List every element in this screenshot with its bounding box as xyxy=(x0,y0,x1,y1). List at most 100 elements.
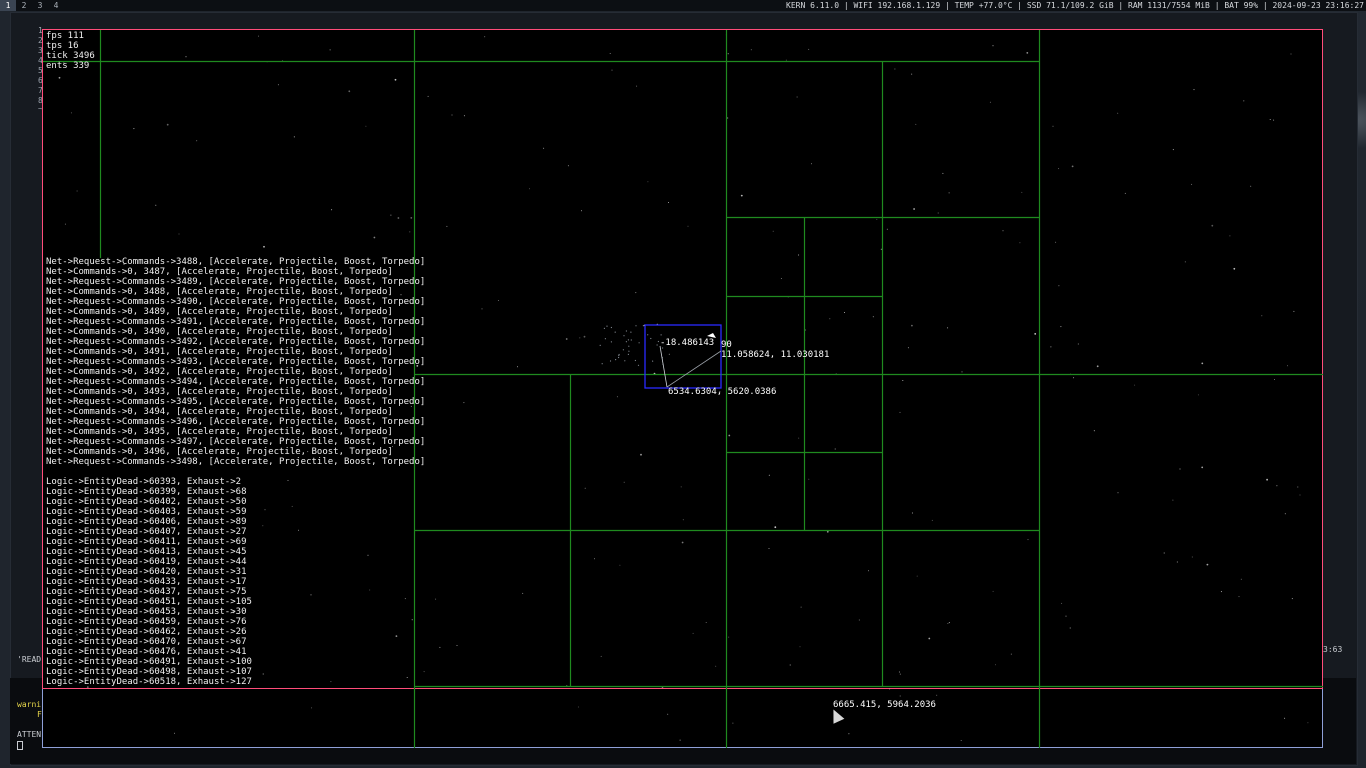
exhaust-particle xyxy=(625,330,628,332)
star xyxy=(1250,185,1252,187)
star xyxy=(600,655,602,657)
star xyxy=(1050,346,1052,348)
log-line: Net->Commands->0, 3491, [Accelerate, Pro… xyxy=(46,347,393,357)
star xyxy=(365,125,367,127)
star xyxy=(872,316,874,318)
exhaust-particle xyxy=(643,324,645,326)
log-line: Logic->EntityDead->60462, Exhaust->26 xyxy=(46,627,247,637)
star xyxy=(1273,119,1275,121)
star xyxy=(911,324,913,327)
log-line: Net->Request->Commands->3498, [Accelerat… xyxy=(46,457,426,467)
star xyxy=(886,228,888,230)
exhaust-particle xyxy=(610,341,613,343)
exhaust-particle xyxy=(656,344,658,346)
log-line: Net->Commands->0, 3489, [Accelerate, Pro… xyxy=(46,307,393,317)
star xyxy=(928,637,931,640)
log-line: Net->Request->Commands->3495, [Accelerat… xyxy=(46,397,426,407)
star xyxy=(811,163,812,165)
log-line: Net->Commands->0, 3496, [Accelerate, Pro… xyxy=(46,447,393,457)
log-line: Logic->EntityDead->60420, Exhaust->31 xyxy=(46,567,247,577)
star xyxy=(1021,191,1023,193)
exhaust-particle xyxy=(634,359,637,362)
exhaust-particle xyxy=(638,342,640,344)
star xyxy=(258,35,259,37)
star xyxy=(1243,100,1245,102)
log-line: Logic->EntityDead->60413, Exhaust->45 xyxy=(46,547,247,557)
star xyxy=(1052,125,1054,127)
exhaust-particle xyxy=(656,323,658,325)
star xyxy=(876,218,878,220)
star xyxy=(1238,596,1240,598)
star xyxy=(1058,285,1060,287)
star xyxy=(577,706,579,708)
star xyxy=(785,59,787,61)
player-heading-line xyxy=(659,345,668,388)
star xyxy=(1134,384,1136,386)
star xyxy=(1206,563,1209,566)
star xyxy=(311,707,313,709)
star xyxy=(1274,379,1275,380)
star xyxy=(907,347,909,349)
star xyxy=(798,437,800,439)
star xyxy=(961,371,963,373)
star xyxy=(178,233,180,235)
star xyxy=(680,486,682,488)
star xyxy=(727,53,729,55)
star xyxy=(868,570,869,572)
exhaust-particle xyxy=(604,338,607,340)
star xyxy=(394,78,397,81)
star xyxy=(916,575,918,577)
log-line: Net->Commands->0, 3493, [Accelerate, Pro… xyxy=(46,387,393,397)
star xyxy=(844,312,845,313)
exhaust-particle xyxy=(647,334,649,336)
star xyxy=(913,208,915,210)
log-line: Logic->EntityDead->60518, Exhaust->127 xyxy=(46,677,252,687)
star xyxy=(1069,627,1071,629)
star xyxy=(76,190,78,192)
star xyxy=(70,112,72,114)
exhaust-particle xyxy=(618,356,620,359)
star xyxy=(1176,561,1178,563)
star xyxy=(1284,717,1286,719)
exhaust-particle xyxy=(599,344,601,346)
star xyxy=(1034,333,1037,335)
exhaust-particle xyxy=(661,357,664,359)
log-line: Logic->EntityDead->60437, Exhaust->75 xyxy=(46,587,247,597)
exhaust-particle xyxy=(623,335,625,337)
log-line: Net->Request->Commands->3494, [Accelerat… xyxy=(46,377,426,387)
exhaust-particle xyxy=(618,353,620,356)
star xyxy=(348,90,351,93)
star xyxy=(1117,112,1119,114)
exhaust-particle xyxy=(630,331,632,333)
star xyxy=(594,558,595,560)
star xyxy=(1191,183,1193,185)
exhaust-particle xyxy=(628,350,630,352)
player-ship-group[interactable] xyxy=(599,323,722,389)
star xyxy=(1061,602,1063,604)
star xyxy=(992,590,994,592)
exhaust-particle xyxy=(637,364,640,366)
star xyxy=(1163,552,1165,554)
log-line: Net->Commands->0, 3488, [Accelerate, Pro… xyxy=(46,287,393,297)
star xyxy=(899,673,901,675)
star xyxy=(1197,394,1199,396)
log-line: Net->Commands->0, 3494, [Accelerate, Pro… xyxy=(46,407,393,417)
log-line: Logic->EntityDead->60419, Exhaust->44 xyxy=(46,557,247,567)
star xyxy=(331,209,333,211)
exhaust-particle xyxy=(627,339,630,341)
player-velocity-line xyxy=(666,350,722,388)
star xyxy=(584,487,586,489)
log-line: Net->Request->Commands->3489, [Accelerat… xyxy=(46,277,426,287)
star xyxy=(899,411,901,413)
exhaust-particle xyxy=(650,337,652,340)
star xyxy=(1002,230,1004,232)
log-line: Net->Request->Commands->3497, [Accelerat… xyxy=(46,437,426,447)
star xyxy=(1065,615,1067,617)
star xyxy=(915,123,917,125)
star xyxy=(1220,591,1222,593)
star xyxy=(373,236,376,239)
star xyxy=(1291,598,1293,600)
exhaust-particle xyxy=(628,345,630,347)
star xyxy=(1184,261,1186,263)
star xyxy=(960,740,962,741)
